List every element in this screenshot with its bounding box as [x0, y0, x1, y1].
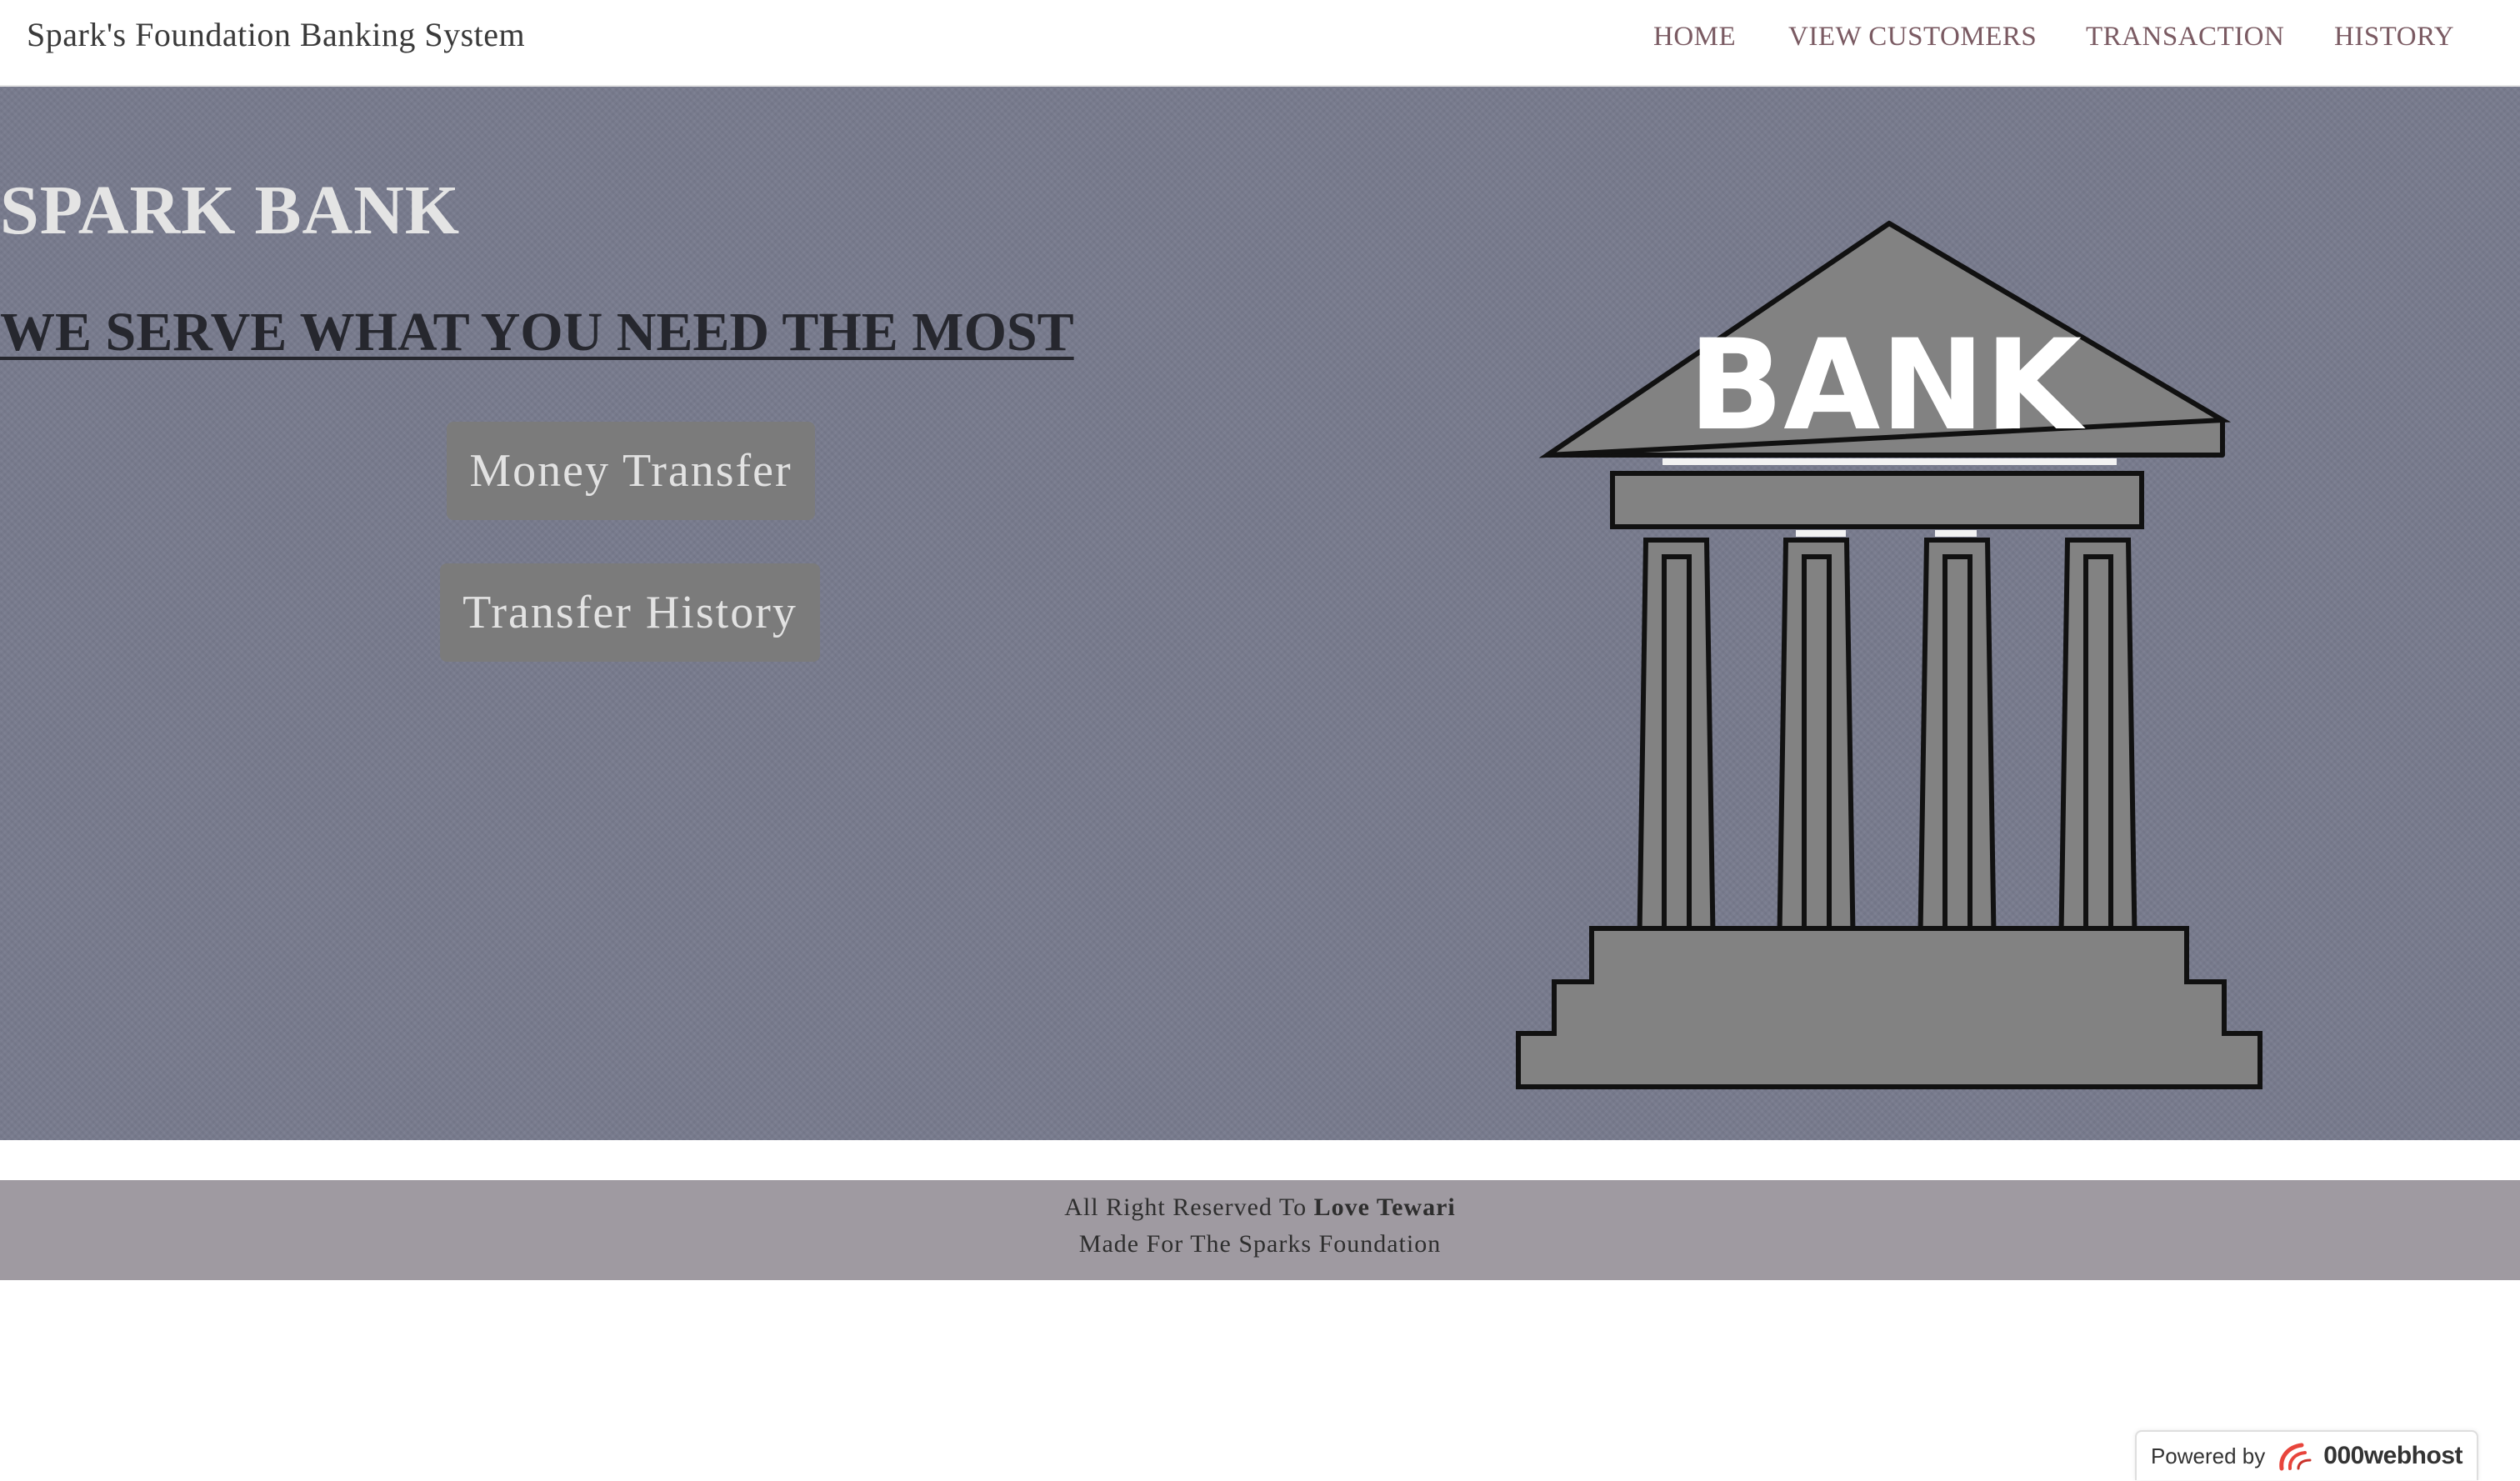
- footer-copyright-prefix: All Right Reserved To: [1064, 1193, 1314, 1221]
- footer: All Right Reserved To Love Tewari Made F…: [0, 1180, 2520, 1280]
- footer-copyright: All Right Reserved To Love Tewari: [0, 1193, 2520, 1222]
- footer-author-name: Love Tewari: [1313, 1193, 1456, 1221]
- bank-roof-label: BANK: [1688, 313, 2086, 458]
- nav-link-view-customers[interactable]: VIEW CUSTOMERS: [1788, 22, 2037, 53]
- nav-link-history[interactable]: HISTORY: [2334, 22, 2454, 53]
- footer-made-for: Made For The Sparks Foundation: [1078, 1230, 1442, 1258]
- transfer-history-button[interactable]: Transfer History: [440, 563, 820, 662]
- nav-link-home[interactable]: HOME: [1653, 22, 1736, 53]
- hero-title: SPARK BANK: [0, 172, 461, 249]
- hero-section: SPARK BANK WE SERVE WHAT YOU NEED THE MO…: [0, 87, 2520, 1140]
- brand-title[interactable]: Spark's Foundation Banking System: [27, 15, 525, 54]
- webhost-brand-name: 000webhost: [2323, 1442, 2463, 1469]
- powered-by-badge[interactable]: Powered by 000webhost: [2135, 1430, 2478, 1480]
- webhost-logo-icon: [2279, 1443, 2312, 1471]
- nav-link-transaction[interactable]: TRANSACTION: [2086, 22, 2284, 53]
- money-transfer-button[interactable]: Money Transfer: [447, 422, 815, 520]
- navbar: Spark's Foundation Banking System HOME V…: [0, 0, 2520, 87]
- bank-building-illustration: BANK: [1516, 220, 2262, 1089]
- powered-by-label: Powered by: [2150, 1443, 2266, 1468]
- hero-tagline: WE SERVE WHAT YOU NEED THE MOST: [0, 302, 1074, 363]
